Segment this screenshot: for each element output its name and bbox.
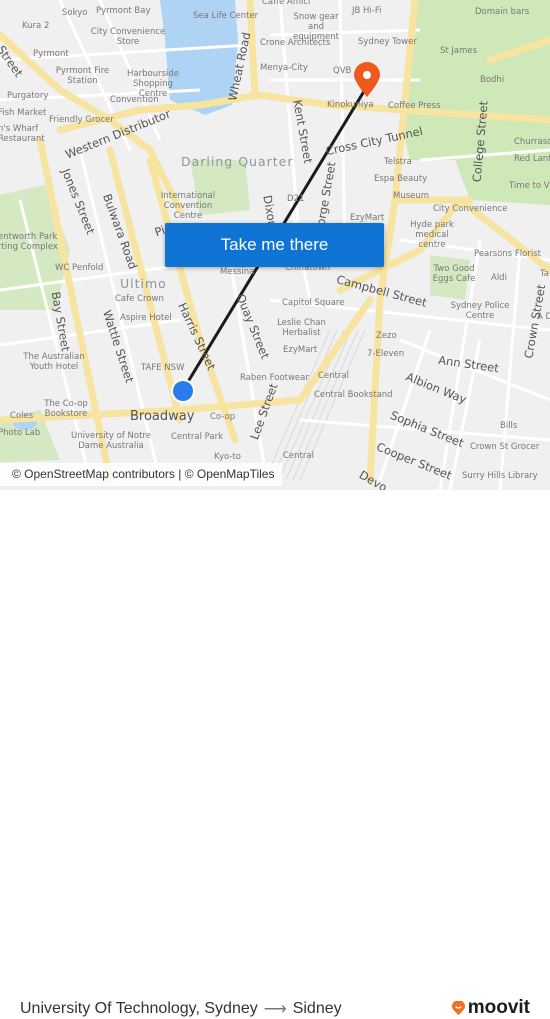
poi-label: St James <box>440 46 478 56</box>
poi-label: Two Good Eggs Cafe <box>432 264 476 284</box>
poi-label: n's Wharf Restaurant <box>0 124 45 144</box>
poi-label: Hyde park medical centre <box>410 220 454 250</box>
poi-label: Kinokuniya <box>327 100 374 110</box>
poi-label: TAFE NSW <box>141 363 185 373</box>
poi-label: Bodhi <box>480 75 505 85</box>
poi-label: Sydney Police Centre <box>450 301 510 321</box>
area-label: Ultimo <box>120 276 167 291</box>
poi-label: Central <box>283 451 314 461</box>
origin-name: University Of Technology, Sydney <box>20 1000 258 1017</box>
take-me-there-button[interactable]: Take me there <box>165 223 384 267</box>
poi-label: City Convenience Store <box>90 27 166 47</box>
route-summary: University Of Technology, Sydney ⟶ Sidne… <box>20 999 342 1019</box>
area-label: Darling Quarter <box>181 154 294 169</box>
destination-pin-icon[interactable] <box>352 62 382 98</box>
poi-label: Purgatory <box>7 91 49 101</box>
poi-label: Friendly Grocer <box>49 115 114 125</box>
poi-label: Crown St Grocer <box>470 442 540 452</box>
poi-label: Ta <box>540 269 549 279</box>
poi-label: EzyMart <box>283 345 318 355</box>
poi-label: Kyo-to <box>214 452 241 462</box>
road-label: Broadway <box>130 409 195 424</box>
poi-label: Messina <box>220 267 255 277</box>
poi-label: The Co-op Bookstore <box>44 399 88 419</box>
poi-label: Capitol Square <box>282 298 345 308</box>
poi-label: QVB <box>333 66 352 76</box>
origin-location-dot-icon[interactable] <box>170 378 196 404</box>
poi-label: Coffee Press <box>388 101 441 111</box>
poi-label: Photo Lab <box>0 428 41 438</box>
poi-label: 7-Eleven <box>367 349 405 359</box>
poi-label: entworth Park rting Complex <box>0 232 58 252</box>
poi-label: Churrasc <box>514 137 550 147</box>
poi-label: Co-op <box>210 412 236 422</box>
poi-label: City Convenience <box>433 204 508 214</box>
poi-label: Aspire Hotel <box>120 313 172 323</box>
poi-label: Convention <box>110 95 159 105</box>
poi-label: Menya-City <box>260 63 308 73</box>
footer-bar: University Of Technology, Sydney ⟶ Sidne… <box>0 490 550 1018</box>
poi-label: Museum <box>393 191 430 201</box>
poi-label: Leslie Chan Herbalist <box>277 318 326 338</box>
poi-label: Red Lante <box>514 154 550 164</box>
poi-label: JB Hi-Fi <box>352 6 382 16</box>
poi-label: D21 <box>287 194 305 204</box>
arrow-right-icon: ⟶ <box>263 1001 287 1018</box>
poi-label: Telstra <box>384 157 412 167</box>
poi-label: Fish Market <box>0 108 47 118</box>
moovit-pin-icon <box>451 1000 465 1015</box>
map-canvas[interactable]: Sokyo Pyrmont Bay Sea Life Center Caffe … <box>0 0 550 490</box>
poi-label: Central <box>318 371 349 381</box>
poi-label: Time to Vi <box>509 181 550 191</box>
poi-label: Crone Architects <box>260 38 331 48</box>
poi-label: Pyrmont <box>33 49 69 59</box>
poi-label: Domain bars <box>475 7 530 17</box>
poi-label: University of Notre Dame Australia <box>71 431 151 451</box>
poi-label: Caffe Amici <box>262 0 311 7</box>
poi-label: Pyrmont Fire Station <box>55 66 110 86</box>
destination-name: Sidney <box>292 1000 342 1017</box>
moovit-logo[interactable]: moovit <box>451 997 530 1019</box>
poi-label: Espa Beauty <box>374 174 428 184</box>
poi-label: The Australian Youth Hotel <box>23 352 85 372</box>
poi-label: WC Penfold <box>55 263 104 273</box>
poi-label: Sydney Tower <box>358 37 417 47</box>
poi-label: Aldi <box>491 273 507 283</box>
poi-label: Central Bookstand <box>314 390 393 400</box>
poi-label: Pyrmont Bay <box>96 6 151 16</box>
poi-label: Raben Footwear <box>240 373 309 383</box>
poi-label: Central Park <box>171 432 224 442</box>
poi-label: Pearsons Florist <box>474 249 541 259</box>
poi-label: Sokyo <box>62 8 88 18</box>
poi-label: Zezo <box>376 331 397 341</box>
poi-label: Cafe Crown <box>115 294 164 304</box>
poi-label: International Convention Centre <box>160 191 216 221</box>
map-attribution[interactable]: © OpenStreetMap contributors | © OpenMap… <box>0 463 283 486</box>
brand-name: moovit <box>467 997 530 1018</box>
poi-label: Coles <box>10 411 34 421</box>
poi-label: Surry Hills Library <box>462 471 538 481</box>
poi-label: Bills <box>500 421 518 431</box>
poi-label: Sea Life Center <box>193 11 259 21</box>
poi-label: Kura 2 <box>22 21 50 31</box>
